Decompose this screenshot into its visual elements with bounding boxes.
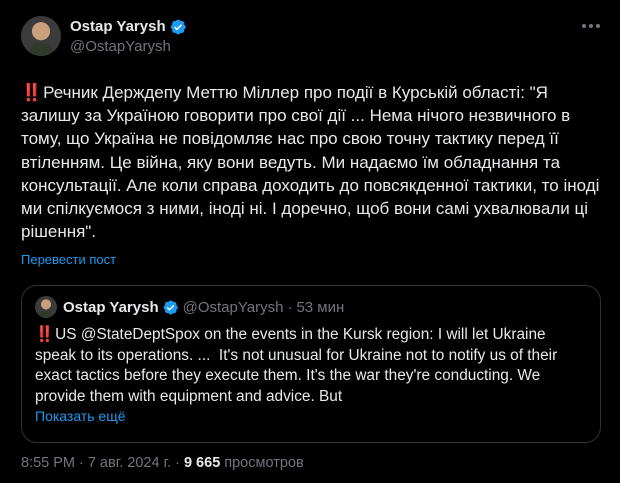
views-count: 9 665 [183,455,221,471]
tweet-metadata: 8:55 PM · 7 авг. 2024 г. · 9 665 просмот… [21,455,304,471]
double-exclamation-emoji: ‼️ [21,83,42,102]
author-names: Ostap Yarysh @OstapYarysh [70,18,187,55]
author-name-row: Ostap Yarysh [70,18,187,36]
quoted-display-name[interactable]: Ostap Yarysh [63,299,159,316]
meta-separator: · [79,455,84,471]
tweet: Ostap Yarysh @OstapYarysh ‼️ Речник Держд… [0,0,620,483]
quoted-tweet[interactable]: Ostap Yarysh @OstapYarysh · 53 мин ‼️ US … [21,285,601,444]
author-display-name[interactable]: Ostap Yarysh [70,18,166,35]
tweet-date[interactable]: 7 авг. 2024 г. [88,455,171,471]
quoted-tweet-text-content: US @StateDeptSpox on the events in the K… [35,326,562,405]
verified-badge-icon [170,19,186,34]
more-dot [589,24,593,28]
meta-separator: · [175,455,180,471]
quoted-separator: · [287,298,293,316]
quoted-avatar[interactable] [35,296,57,319]
translate-post-link[interactable]: Перевести пост [21,252,116,267]
avatar[interactable] [21,16,61,56]
views-label: просмотров [224,455,304,471]
show-more-link[interactable]: Показать ещё [35,408,126,424]
tweet-text-content: Речник Держдепу Меттю Міллер про події в… [21,83,605,242]
quoted-tweet-text: ‼️ US @StateDeptSpox on the events in the… [35,325,587,407]
quoted-tweet-header: Ostap Yarysh @OstapYarysh · 53 мин [35,296,587,319]
tweet-time[interactable]: 8:55 PM [21,455,75,471]
more-dot [596,24,600,28]
quoted-timestamp[interactable]: 53 мин [296,299,344,316]
author-handle[interactable]: @OstapYarysh [70,38,187,55]
tweet-header: Ostap Yarysh @OstapYarysh [21,10,600,62]
tweet-text: ‼️ Речник Держдепу Меттю Міллер про події… [21,81,611,243]
verified-badge-icon [163,300,178,315]
more-options-icon[interactable] [582,17,600,35]
more-dot [582,24,586,28]
quoted-handle[interactable]: @OstapYarysh [183,299,284,316]
double-exclamation-emoji: ‼️ [35,326,54,344]
